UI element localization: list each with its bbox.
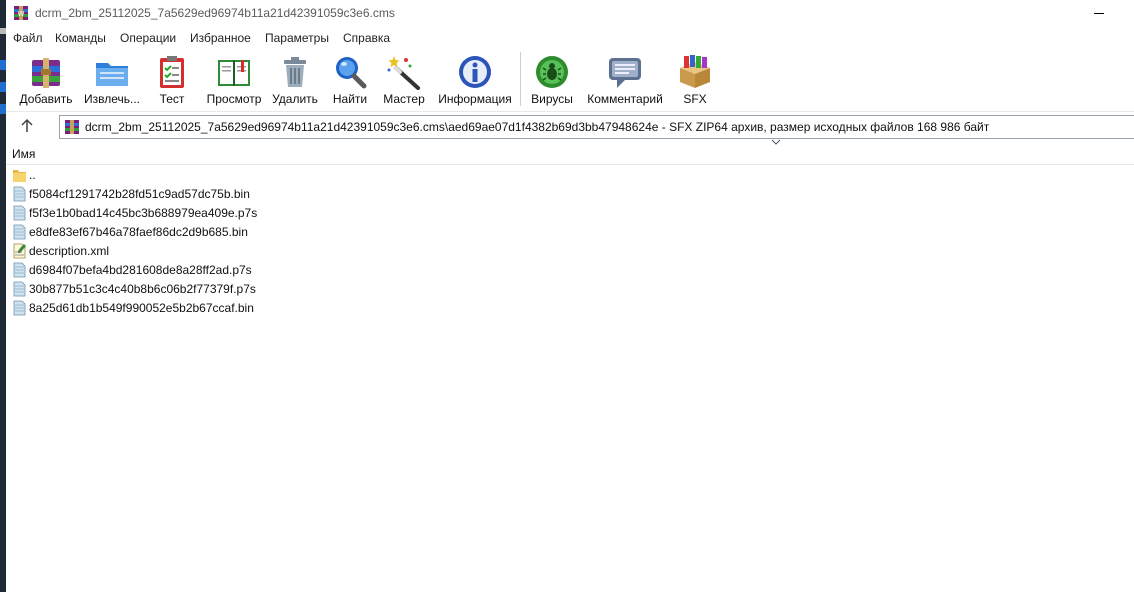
menu-help[interactable]: Справка: [343, 31, 390, 45]
sfx-button[interactable]: SFX: [674, 50, 716, 108]
menu-commands[interactable]: Команды: [55, 31, 106, 45]
list-item[interactable]: f5f3e1b0bad14c45bc3b688979ea409e.p7s: [6, 204, 1134, 223]
menu-options[interactable]: Параметры: [265, 31, 329, 45]
menu-file[interactable]: Файл: [13, 31, 43, 45]
delete-button[interactable]: Удалить: [270, 50, 320, 108]
comment-bubble-icon: [609, 58, 641, 88]
comment-label: Комментарий: [587, 92, 663, 106]
view-label: Просмотр: [206, 92, 262, 106]
list-item[interactable]: f5084cf1291742b28fd51c9ad57dc75b.bin: [6, 185, 1134, 204]
list-item-name: 30b877b51c3c4c40b8b6c06b2f77379f.p7s: [29, 282, 256, 296]
list-item-parent[interactable]: ..: [6, 166, 1134, 185]
file-icon: [13, 300, 26, 316]
minimize-button[interactable]: [1088, 0, 1128, 27]
test-label: Тест: [159, 92, 185, 106]
list-item[interactable]: e8dfe83ef67b46a78faef86dc2d9b685.bin: [6, 223, 1134, 242]
sfx-label: SFX: [683, 92, 707, 106]
sfx-box-icon: [680, 55, 710, 88]
list-item-name: f5f3e1b0bad14c45bc3b688979ea409e.p7s: [29, 206, 258, 220]
info-label: Информация: [438, 92, 512, 106]
up-folder-button[interactable]: [14, 114, 40, 138]
find-label: Найти: [332, 92, 368, 106]
xml-file-icon: [13, 243, 26, 259]
menu-favorites[interactable]: Избранное: [190, 31, 251, 45]
view-button[interactable]: Просмотр: [203, 50, 265, 108]
list-item-name: e8dfe83ef67b46a78faef86dc2d9b685.bin: [29, 225, 248, 239]
file-icon: [13, 224, 26, 240]
list-item-name: description.xml: [29, 244, 110, 258]
address-path: dcrm_2bm_25112025_7a5629ed96974b11a21d42…: [85, 120, 990, 134]
file-icon: [13, 186, 26, 202]
find-button[interactable]: Найти: [329, 50, 371, 108]
comment-button[interactable]: Комментарий: [584, 50, 666, 108]
wizard-button[interactable]: Мастер: [380, 50, 428, 108]
list-item-name: ..: [29, 168, 36, 182]
svg-text:W: W: [18, 10, 25, 18]
test-clipboard-icon: [160, 56, 184, 88]
archive-icon: [65, 120, 79, 134]
list-item[interactable]: 30b877b51c3c4c40b8b6c06b2f77379f.p7s: [6, 280, 1134, 299]
extract-folder-icon: [96, 63, 128, 86]
title-bar: W dcrm_2bm_25112025_7a5629ed96974b11a21d…: [6, 0, 1134, 27]
info-button[interactable]: Информация: [436, 50, 514, 108]
add-button[interactable]: Добавить: [18, 50, 74, 108]
winrar-app-icon: W: [14, 6, 28, 20]
menu-bar: Файл Команды Операции Избранное Параметр…: [6, 28, 1134, 48]
toolbar-separator: [520, 52, 521, 106]
delete-label: Удалить: [272, 92, 318, 106]
test-button[interactable]: Тест: [151, 50, 193, 108]
list-item-name: d6984f07befa4bd281608de8a28ff2ad.p7s: [29, 263, 252, 277]
list-item[interactable]: description.xml: [6, 242, 1134, 261]
add-archive-icon: [32, 58, 60, 88]
wizard-wand-icon: [387, 56, 420, 90]
extract-label: Извлечь...: [83, 92, 140, 106]
virus-scan-button[interactable]: Вирусы: [527, 50, 577, 108]
wizard-label: Мастер: [383, 92, 425, 106]
arrow-up-icon: [21, 118, 33, 132]
column-header-name[interactable]: Имя: [12, 147, 35, 161]
toolbar: Добавить Извлечь... Тест Просмотр Удалит…: [6, 48, 1134, 110]
list-item[interactable]: 8a25d61db1b549f990052e5b2b67ccaf.bin: [6, 299, 1134, 318]
folder-icon: [13, 170, 26, 182]
file-icon: [13, 205, 26, 221]
list-item[interactable]: d6984f07befa4bd281608de8a28ff2ad.p7s: [6, 261, 1134, 280]
file-icon: [13, 281, 26, 297]
find-magnifier-icon: [336, 57, 367, 89]
winrar-window: W dcrm_2bm_25112025_7a5629ed96974b11a21d…: [6, 0, 1134, 592]
list-item-name: f5084cf1291742b28fd51c9ad57dc75b.bin: [29, 187, 250, 201]
delete-trash-icon: [284, 57, 306, 87]
address-row: dcrm_2bm_25112025_7a5629ed96974b11a21d42…: [6, 111, 1134, 145]
virus-bug-icon: [536, 56, 568, 88]
virus-label: Вирусы: [531, 92, 573, 106]
file-icon: [13, 262, 26, 278]
extract-button[interactable]: Извлечь...: [81, 50, 143, 108]
address-bar[interactable]: dcrm_2bm_25112025_7a5629ed96974b11a21d42…: [59, 115, 1134, 139]
list-header: Имя: [6, 145, 1134, 165]
add-label: Добавить: [19, 92, 73, 106]
view-book-icon: [218, 60, 250, 86]
info-icon: [459, 56, 491, 88]
list-item-name: 8a25d61db1b549f990052e5b2b67ccaf.bin: [29, 301, 254, 315]
window-title: dcrm_2bm_25112025_7a5629ed96974b11a21d42…: [35, 6, 395, 20]
menu-operations[interactable]: Операции: [120, 31, 176, 45]
